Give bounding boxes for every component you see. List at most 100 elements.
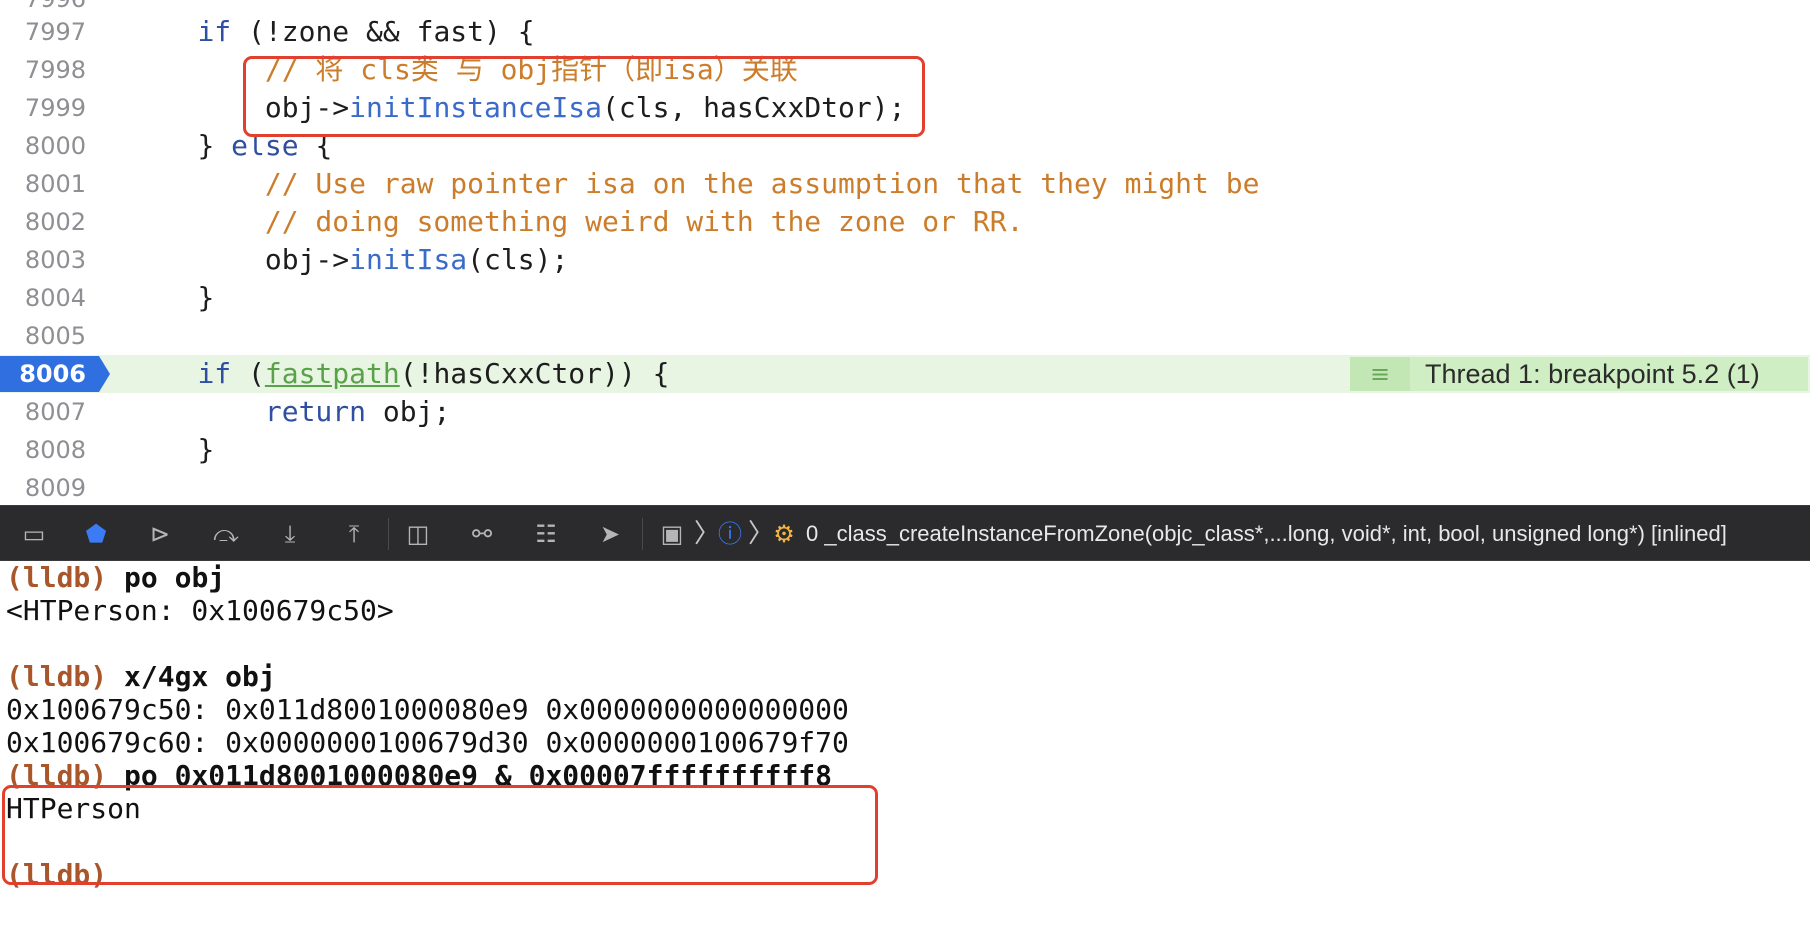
lldb-console[interactable]: (lldb) po obj <HTPerson: 0x100679c50> (lld… [0,561,1810,952]
lldb-prompt: (lldb) [6,561,108,594]
code-text: return obj; [130,393,450,431]
console-command-line: (lldb) [6,856,107,894]
code-text: if (fastpath(!hasCxxCtor)) { [130,355,669,393]
toolbar-divider [642,518,643,550]
code-text: obj->initIsa(cls); [130,241,568,279]
code-line: 7998 // 将 cls类 与 obj指针（即isa）关联 [0,51,1810,89]
step-out-icon[interactable]: ⤒ [336,516,372,552]
line-number[interactable]: 8007 [0,393,86,431]
lldb-command: po 0x011d8001000080e9 & 0x00007fffffffff… [107,759,833,792]
lldb-command: po obj [107,561,226,594]
code-token: } [197,433,215,466]
code-token: fastpath [264,357,400,390]
thread-icon[interactable]: ⓘ [712,516,748,552]
terminal-target-icon[interactable]: ▣ [654,516,690,552]
line-number[interactable]: 7999 [0,89,86,127]
code-text: // Use raw pointer isa on the assumption… [130,165,1260,203]
code-text: obj->initInstanceIsa(cls, hasCxxDtor); [130,89,906,127]
line-number[interactable]: 8009 [0,469,86,505]
debug-toolbar: ▭ ⬟ ⊳ ⤼ ⤓ ⤒ ◫ ⚯ ☷ ➤ ▣ 〉 ⓘ 〉 ⚙ 0 _class_c… [0,505,1810,561]
code-line: 8009 [0,469,1810,505]
continue-icon[interactable]: ⊳ [142,516,178,552]
line-number[interactable]: 8002 [0,203,86,241]
lldb-prompt: (lldb) [6,759,108,792]
console-output-line: HTPerson [6,792,141,825]
console-output-line: <HTPerson: 0x100679c50> [6,594,394,627]
code-token: } [197,129,232,162]
code-token: (cls); [467,243,569,276]
code-token: { [298,129,333,162]
view-hierarchy-icon[interactable]: ◫ [400,516,436,552]
line-number[interactable]: 8008 [0,431,86,469]
lldb-prompt: (lldb) [6,858,108,891]
code-line: 8000 } else { [0,127,1810,165]
toolbar-divider [388,518,389,550]
code-token: (!zone && fast) { [231,15,535,48]
environment-overrides-icon[interactable]: ☷ [528,516,564,552]
breakpoints-toggle-icon[interactable]: ⬟ [78,516,114,552]
code-text: // 将 cls类 与 obj指针（即isa）关联 [130,51,798,89]
code-text: } [130,279,214,317]
memory-graph-icon[interactable]: ⚯ [464,516,500,552]
code-token: if [197,357,232,390]
line-number[interactable]: 7997 [0,13,86,51]
code-line: 8002 // doing something weird with the z… [0,203,1810,241]
simulate-location-icon[interactable]: ➤ [592,516,628,552]
code-line: 8007 return obj; [0,393,1810,431]
code-token: // Use raw pointer isa on the assumption… [264,167,1260,200]
source-editor[interactable]: 7996 7997 if (!zone && fast) {7998 // 将 … [0,0,1810,505]
code-line: 8003 obj->initIsa(cls); [0,241,1810,279]
step-into-icon[interactable]: ⤓ [272,516,308,552]
thread-status-label: Thread 1: breakpoint 5.2 (1) [1425,359,1760,389]
line-number[interactable]: 8005 [0,317,86,355]
code-text: } [130,431,214,469]
thread-menu-icon[interactable]: ≡ [1350,357,1410,391]
code-line: 8004 } [0,279,1810,317]
code-token: (cls, hasCxxDtor); [602,91,906,124]
stack-frame-gear-icon[interactable]: ⚙ [766,516,802,552]
code-token: ( [231,357,265,390]
code-text: // doing something weird with the zone o… [130,203,1024,241]
lldb-prompt: (lldb) [6,660,108,693]
code-token: return [264,395,367,428]
code-line: 8005 [0,317,1810,355]
code-token: else [231,129,299,162]
line-number[interactable]: 8000 [0,127,86,165]
code-token: obj-> [264,243,350,276]
code-line: 8001 // Use raw pointer isa on the assum… [0,165,1810,203]
code-line-current: 8006 if (fastpath(!hasCxxCtor)) { ≡ Thread… [0,355,1810,393]
code-token: // doing something weird with the zone o… [264,205,1024,238]
code-token: initInstanceIsa [349,91,603,124]
code-text: if (!zone && fast) { [130,13,535,51]
code-token: initIsa [349,243,468,276]
code-line: 8008 } [0,431,1810,469]
code-line: 7999 obj->initInstanceIsa(cls, hasCxxDto… [0,89,1810,127]
stack-frame-label[interactable]: 0 _class_createInstanceFromZone(objc_cla… [806,516,1727,552]
code-token: // 将 cls类 与 obj指针（即isa）关联 [264,53,798,86]
line-number[interactable]: 8006 [0,355,86,393]
code-token: obj; [366,395,451,428]
line-number[interactable]: 7998 [0,51,86,89]
lldb-command: x/4gx obj [107,660,276,693]
line-number[interactable]: 8004 [0,279,86,317]
code-token: } [197,281,215,314]
line-number[interactable]: 8001 [0,165,86,203]
code-token: if [197,15,232,48]
code-token: (!hasCxxCtor)) { [399,357,670,390]
step-over-icon[interactable]: ⤼ [208,516,244,552]
line-number[interactable]: 8003 [0,241,86,279]
code-text: } else { [130,127,332,165]
toggle-debug-area-icon[interactable]: ▭ [16,516,52,552]
code-token: obj-> [264,91,350,124]
